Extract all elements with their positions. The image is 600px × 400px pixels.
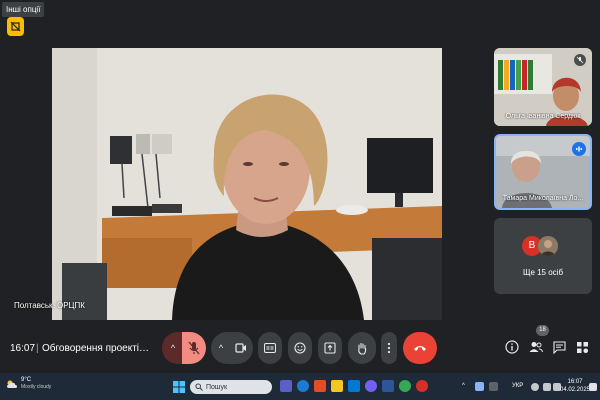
more-options-button[interactable] <box>7 17 24 36</box>
cloud-icon <box>7 380 17 388</box>
weather-temp: 9°C <box>21 377 32 383</box>
weather-widget[interactable]: 9°C Mostly cloudy <box>6 377 51 391</box>
camera-icon <box>235 343 246 353</box>
taskbar-search-input[interactable]: Пошук <box>190 380 272 394</box>
people-icon <box>529 342 543 353</box>
wifi-icon[interactable] <box>531 383 539 391</box>
separator: | <box>36 343 39 354</box>
app-icon[interactable] <box>416 380 428 392</box>
edge-app-icon[interactable] <box>297 380 309 392</box>
avatar-photo <box>538 236 558 256</box>
participant-name: Тамара Миколаївна Ло... <box>502 195 584 202</box>
options-icon <box>10 21 21 32</box>
chrome-app-icon[interactable] <box>399 380 411 392</box>
leave-call-button[interactable] <box>403 332 437 364</box>
present-icon <box>324 342 336 354</box>
chevron-up-icon: ^ <box>218 343 224 353</box>
present-screen-button[interactable] <box>318 332 342 364</box>
keyboard-language[interactable]: УКР <box>512 383 523 389</box>
activities-icon <box>576 341 588 353</box>
mic-off-icon <box>188 341 200 355</box>
taskbar-clock[interactable]: 16:07 04.02.2025 <box>560 378 590 394</box>
participant-name: Ольга Іванівна Сердюк <box>505 113 581 120</box>
main-video-feed <box>52 48 442 320</box>
camera-toggle-button[interactable] <box>229 332 253 364</box>
tray-overflow-chevron-icon[interactable]: ^ <box>462 383 465 389</box>
audio-options-button[interactable]: ^ <box>162 332 184 364</box>
options-tooltip: Інші опції <box>2 2 45 17</box>
info-icon <box>505 340 519 354</box>
search-icon <box>195 383 203 391</box>
notifications-icon[interactable] <box>589 383 597 391</box>
meeting-details-button[interactable] <box>504 339 520 355</box>
more-actions-button[interactable] <box>381 332 397 364</box>
participant-tile[interactable]: Ольга Іванівна Сердюк <box>494 48 592 126</box>
mail-app-icon[interactable] <box>348 380 360 392</box>
participant-tile-active[interactable]: Тамара Миколаївна Ло... <box>494 134 592 210</box>
main-participant-name: Полтавськ. ОРЦПК <box>14 301 85 310</box>
raise-hand-button[interactable] <box>348 332 376 364</box>
chat-icon <box>552 340 566 354</box>
more-participants-label: Ще 15 осіб <box>522 268 564 277</box>
meeting-title: Обговорення проектів осві... <box>42 343 154 354</box>
hand-icon <box>358 342 367 355</box>
tray-app-icon[interactable] <box>475 382 484 391</box>
more-vert-icon <box>387 342 391 354</box>
chevron-up-icon: ^ <box>170 343 176 353</box>
mic-toggle-button[interactable] <box>182 332 206 364</box>
meeting-time: 16:07 <box>10 343 36 354</box>
volume-icon[interactable] <box>543 383 551 391</box>
more-participants-tile[interactable]: В Ще 15 осіб <box>494 218 592 294</box>
search-placeholder: Пошук <box>206 383 228 391</box>
reactions-button[interactable] <box>288 332 312 364</box>
captions-icon <box>264 343 276 353</box>
activities-button[interactable] <box>574 339 590 355</box>
speaker-video-image <box>52 48 442 320</box>
start-button[interactable] <box>173 380 185 398</box>
windows-icon <box>173 381 185 393</box>
word-app-icon[interactable] <box>382 380 394 392</box>
weather-text: Mostly cloudy <box>21 384 52 390</box>
viber-app-icon[interactable] <box>365 380 377 392</box>
participants-count-badge: 18 <box>536 325 549 336</box>
people-button[interactable] <box>528 339 544 355</box>
file-explorer-icon[interactable] <box>331 380 343 392</box>
tray-pen-icon[interactable] <box>489 382 498 391</box>
clock-date: 04.02.2025 <box>560 387 591 393</box>
teams-app-icon[interactable] <box>280 380 292 392</box>
mic-muted-icon <box>574 54 586 66</box>
hangup-icon <box>414 346 426 351</box>
copilot-app-icon[interactable] <box>314 380 326 392</box>
emoji-icon <box>294 342 306 354</box>
clock-time: 16:07 <box>567 379 583 385</box>
speaking-indicator-icon <box>572 142 586 156</box>
video-options-button[interactable]: ^ <box>211 332 231 364</box>
captions-button[interactable] <box>258 332 282 364</box>
chat-button[interactable] <box>551 339 567 355</box>
